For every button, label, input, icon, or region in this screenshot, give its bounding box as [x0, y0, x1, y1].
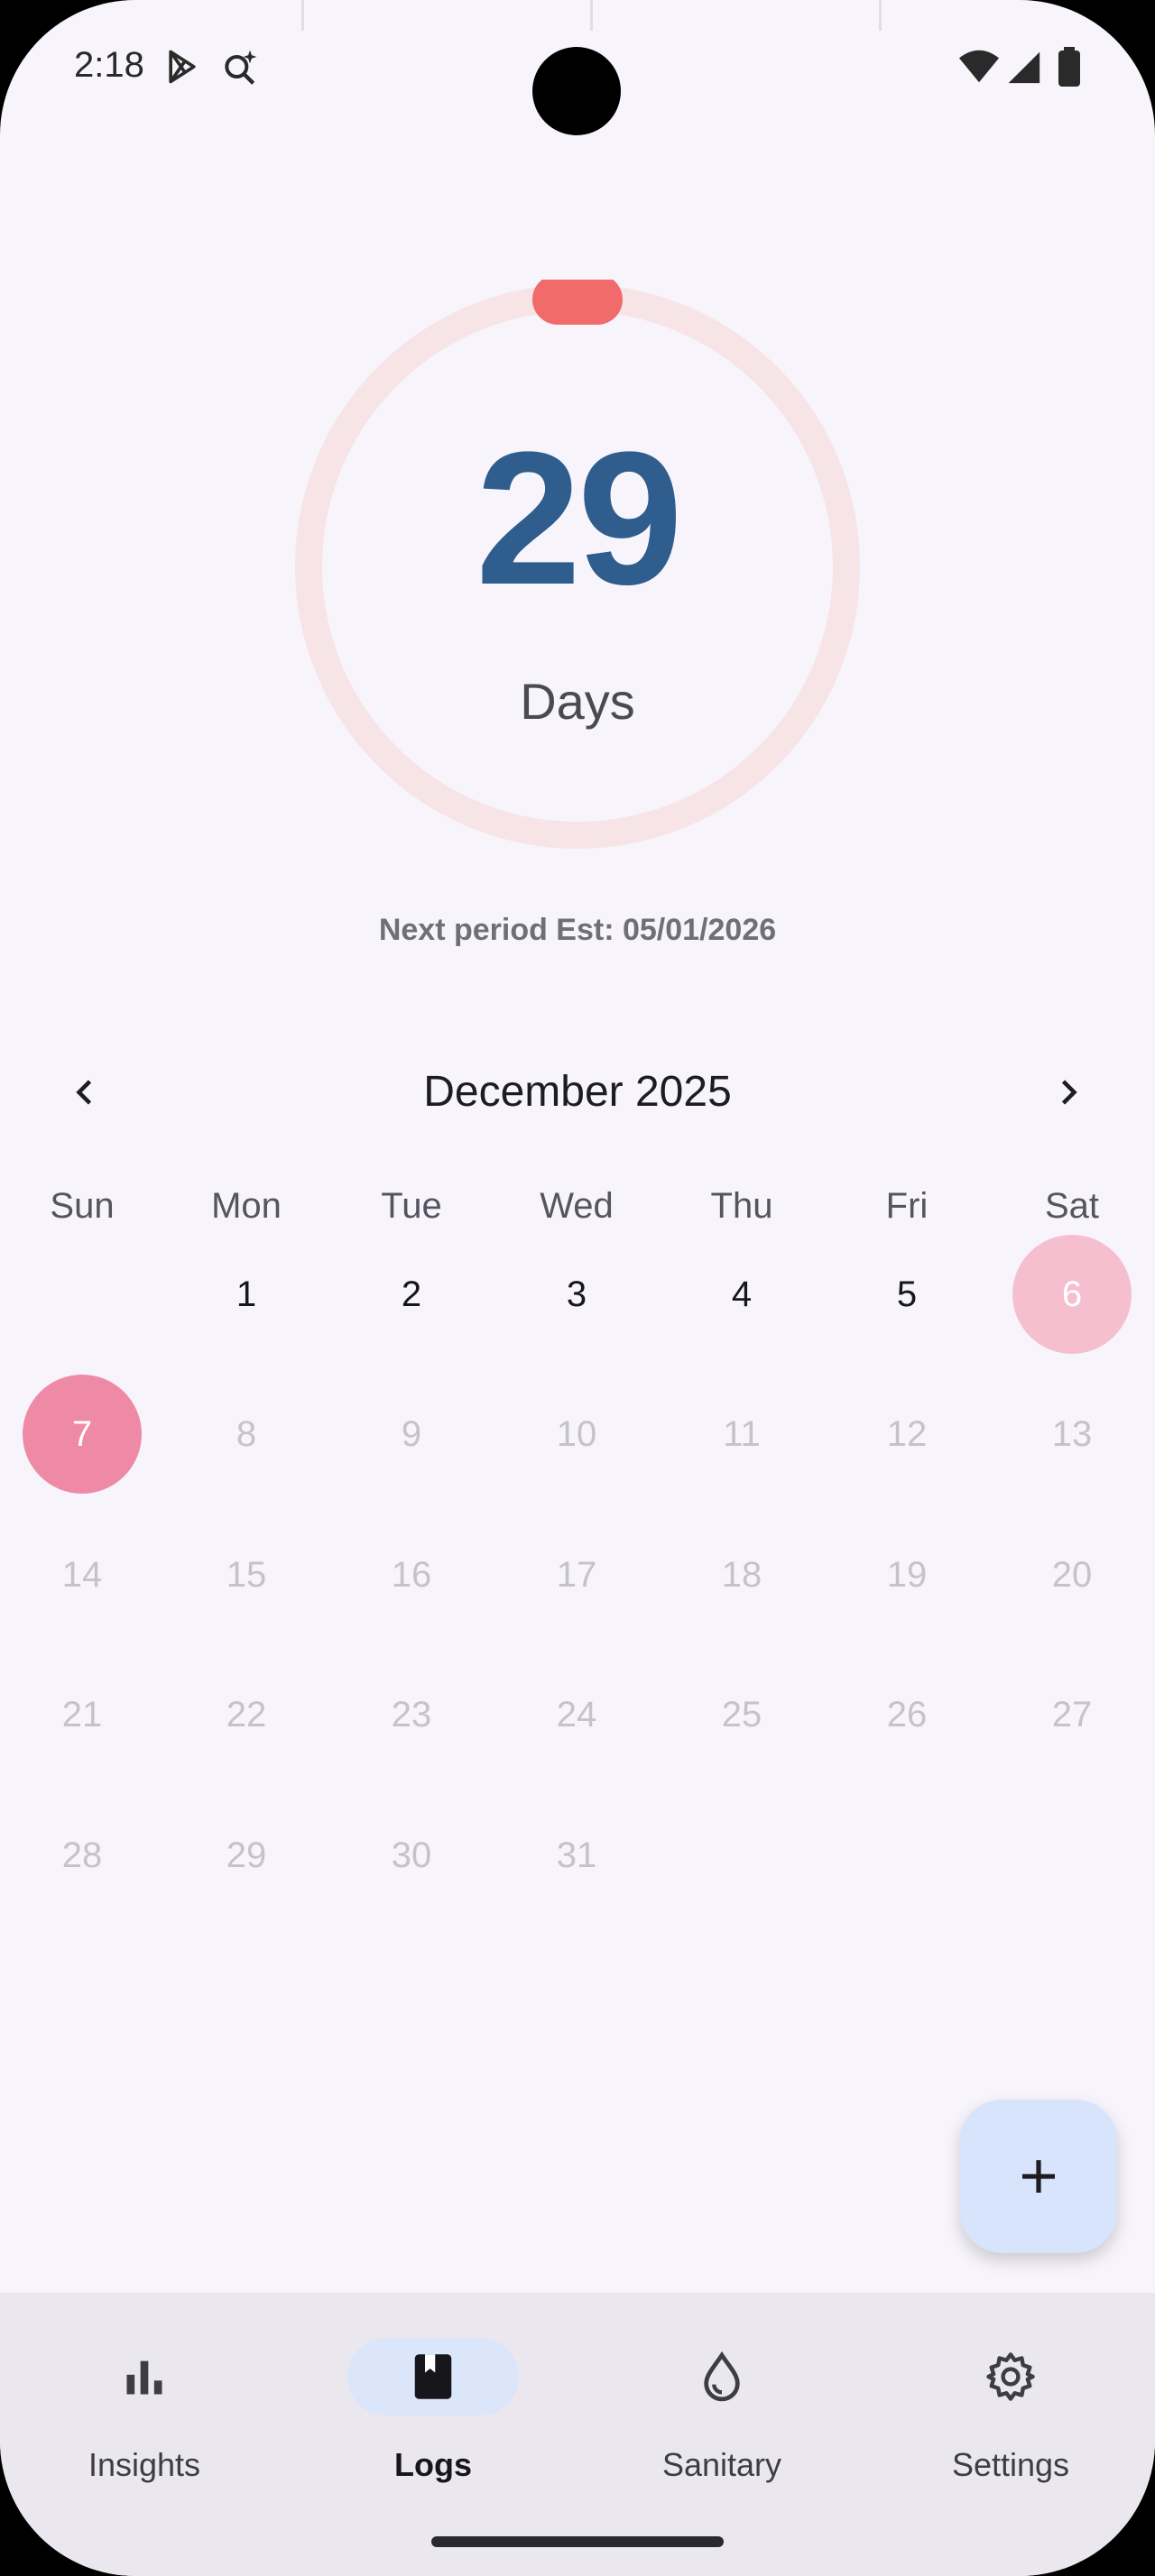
calendar-day[interactable]: 1 [164, 1236, 328, 1353]
calendar-day[interactable]: 28 [0, 1797, 164, 1914]
app-screen: 2:18 29 Days Next period Est: 05/01/2026… [0, 0, 1155, 2576]
play-store-icon [169, 50, 196, 84]
bar-chart-icon [126, 2360, 162, 2395]
weekday-mon: Mon [211, 1186, 282, 1226]
days-label: Days [520, 673, 635, 730]
calendar-day[interactable]: 23 [329, 1656, 494, 1773]
bottom-navigation: Insights Logs Sanitary Settings [0, 2293, 1155, 2576]
calendar-day[interactable]: 27 [990, 1656, 1154, 1773]
nav-sanitary[interactable]: Sanitary [578, 2293, 866, 2518]
calendar-day[interactable]: 24 [494, 1656, 659, 1773]
calendar-day[interactable]: 21 [0, 1656, 164, 1773]
calendar-day[interactable]: 26 [825, 1656, 989, 1773]
next-month-button[interactable] [1036, 1061, 1099, 1124]
weekday-wed: Wed [540, 1186, 614, 1226]
calendar-day[interactable]: 10 [494, 1375, 659, 1493]
nav-icon-container [59, 2338, 230, 2415]
signal-icon [1008, 51, 1040, 84]
drop-icon [704, 2351, 740, 2402]
calendar-day[interactable]: 8 [164, 1375, 328, 1493]
calendar-day[interactable]: 18 [660, 1516, 824, 1633]
nav-label-sanitary: Sanitary [661, 2446, 782, 2483]
nav-insights[interactable]: Insights [0, 2293, 289, 2518]
status-time: 2:18 [74, 45, 144, 85]
next-period-estimate: Next period Est: 05/01/2026 [378, 913, 777, 947]
top-divider [301, 0, 304, 31]
calendar-day[interactable]: 9 [329, 1375, 494, 1493]
nav-label-settings: Settings [951, 2446, 1070, 2483]
nav-label-insights: Insights [88, 2446, 201, 2483]
gear-icon [986, 2352, 1035, 2401]
calendar-day[interactable]: 20 [990, 1516, 1154, 1633]
nav-label-logs: Logs [394, 2446, 472, 2483]
month-title: December 2025 [423, 1068, 732, 1116]
weekday-sat: Sat [1044, 1186, 1100, 1226]
calendar-day[interactable]: 13 [990, 1375, 1154, 1493]
weekday-tue: Tue [381, 1186, 442, 1226]
weekday-fri: Fri [885, 1186, 929, 1226]
search-spark-icon [225, 50, 257, 85]
calendar-day[interactable]: 3 [494, 1236, 659, 1353]
camera-cutout [532, 47, 621, 135]
nav-icon-container [925, 2338, 1096, 2415]
calendar-day[interactable]: 29 [164, 1797, 328, 1914]
days-count: 29 [476, 412, 683, 624]
nav-settings[interactable]: Settings [866, 2293, 1155, 2518]
calendar-day[interactable]: 19 [825, 1516, 989, 1633]
calendar-day[interactable]: 11 [660, 1375, 824, 1493]
calendar-day[interactable]: 25 [660, 1656, 824, 1773]
nav-logs[interactable]: Logs [289, 2293, 578, 2518]
chevron-right-icon [1061, 1080, 1077, 1105]
calendar-day[interactable]: 17 [494, 1516, 659, 1633]
wifi-icon [958, 50, 1000, 83]
top-divider [590, 0, 593, 31]
add-log-button[interactable] [960, 2100, 1117, 2253]
calendar-day[interactable]: 4 [660, 1236, 824, 1353]
top-divider [879, 0, 882, 31]
home-indicator[interactable] [431, 2536, 724, 2547]
period-day-today[interactable]: 7 [23, 1375, 142, 1494]
calendar-day[interactable]: 15 [164, 1516, 328, 1633]
calendar-day[interactable]: 30 [329, 1797, 494, 1914]
weekday-sun: Sun [50, 1186, 115, 1226]
nav-icon-container [636, 2338, 808, 2415]
calendar-day[interactable]: 22 [164, 1656, 328, 1773]
nav-selected-pill [347, 2338, 519, 2415]
calendar-day[interactable]: 2 [329, 1236, 494, 1353]
calendar-day[interactable]: 5 [825, 1236, 989, 1353]
calendar-day[interactable]: 12 [825, 1375, 989, 1493]
weekday-thu: Thu [710, 1186, 773, 1226]
battery-icon [1058, 47, 1080, 87]
plus-icon [1022, 2160, 1055, 2193]
calendar-day[interactable]: 31 [494, 1797, 659, 1914]
predicted-period-day[interactable]: 6 [1012, 1235, 1132, 1354]
calendar-day[interactable]: 16 [329, 1516, 494, 1633]
calendar-day[interactable]: 14 [0, 1516, 164, 1633]
book-icon [414, 2354, 452, 2399]
